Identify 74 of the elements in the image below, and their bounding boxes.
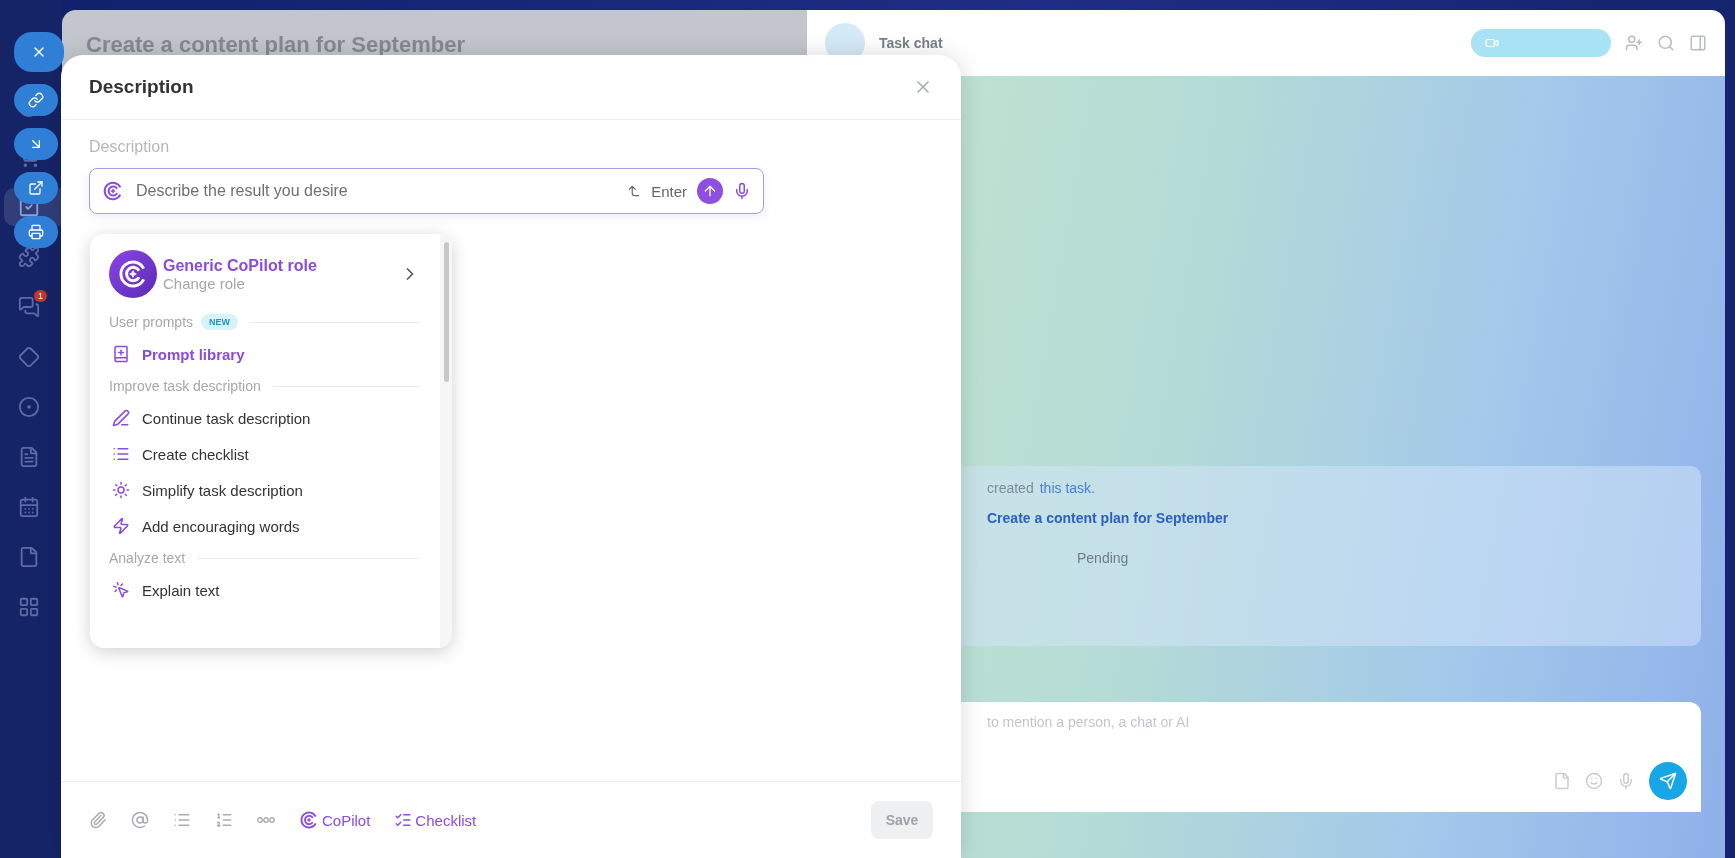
enter-hint: Enter bbox=[651, 182, 687, 200]
link-icon bbox=[28, 92, 44, 108]
task-link[interactable]: this task. bbox=[1039, 480, 1095, 496]
bulleted-list-icon bbox=[173, 811, 191, 829]
book-icon bbox=[112, 345, 130, 363]
chat-icon bbox=[18, 296, 40, 318]
send-icon bbox=[1659, 772, 1677, 790]
sidebar-item[interactable]: 1 bbox=[4, 288, 62, 326]
field-label: Description bbox=[89, 138, 171, 156]
calendar-icon bbox=[18, 496, 40, 518]
send-button[interactable] bbox=[1649, 762, 1687, 800]
prompt-field[interactable]: Describe the result you desire Enter bbox=[89, 168, 764, 214]
panel-icon[interactable] bbox=[1689, 34, 1707, 52]
pointer-icon bbox=[112, 581, 130, 599]
print-icon bbox=[28, 224, 44, 240]
mention-button[interactable] bbox=[131, 811, 149, 829]
menu-item[interactable]: Explain text bbox=[109, 572, 420, 608]
notification-badge: 1 bbox=[34, 290, 47, 302]
camera-icon bbox=[1485, 36, 1499, 50]
numbered-list-icon bbox=[215, 811, 233, 829]
menu-item[interactable]: Simplify task description bbox=[109, 472, 420, 508]
attach-button[interactable] bbox=[89, 811, 107, 829]
role-subtitle: Change role bbox=[163, 274, 246, 292]
menu-item[interactable]: Add encouraging words bbox=[109, 508, 420, 544]
arrow-up-icon bbox=[702, 183, 718, 199]
role-selector[interactable]: Generic CoPilot role Change role bbox=[109, 250, 420, 298]
new-badge: NEW bbox=[201, 314, 239, 330]
menu-item[interactable]: Create checklist bbox=[109, 436, 420, 472]
scrollbar[interactable] bbox=[440, 234, 452, 648]
document-icon bbox=[18, 446, 40, 468]
copilot-icon bbox=[102, 180, 124, 202]
copilot-icon bbox=[299, 810, 319, 830]
submit-button[interactable] bbox=[697, 178, 723, 204]
bulleted-list-button[interactable] bbox=[173, 811, 191, 829]
checklist-icon bbox=[394, 811, 413, 829]
more-button[interactable] bbox=[257, 817, 275, 823]
role-title: Generic CoPilot role bbox=[163, 256, 318, 275]
more-icon bbox=[257, 817, 275, 823]
attach-icon bbox=[89, 811, 107, 829]
add-user-icon[interactable] bbox=[1625, 34, 1643, 52]
puzzle-icon bbox=[18, 246, 40, 268]
numbered-list-button[interactable] bbox=[215, 811, 233, 829]
message-text: created bbox=[987, 480, 1034, 496]
diamond-icon bbox=[18, 346, 40, 368]
section-title: Analyze text bbox=[109, 550, 186, 566]
menu-item[interactable]: Prompt library bbox=[109, 336, 420, 372]
pen-icon bbox=[112, 409, 130, 427]
composer-placeholder: to mention a person, a chat or AI bbox=[987, 714, 1191, 730]
sun-icon bbox=[112, 481, 130, 499]
microphone-icon[interactable] bbox=[1617, 772, 1635, 790]
external-link-icon bbox=[28, 180, 44, 196]
ring-icon bbox=[18, 396, 40, 418]
search-icon[interactable] bbox=[1657, 34, 1675, 52]
status-value: Pending bbox=[1077, 550, 1130, 566]
mention-icon bbox=[131, 811, 149, 829]
copilot-button[interactable]: CoPilot bbox=[299, 810, 371, 830]
list-icon bbox=[112, 445, 130, 463]
prompt-input[interactable]: Describe the result you desire bbox=[134, 181, 618, 201]
microphone-icon bbox=[733, 182, 751, 200]
chat-title: Task chat bbox=[879, 35, 944, 51]
task-name-link[interactable]: Create a content plan for September bbox=[987, 510, 1685, 526]
grid-icon bbox=[18, 596, 40, 618]
checklist-button[interactable]: Checklist bbox=[394, 811, 477, 829]
task-title: Create a content plan for September bbox=[86, 32, 466, 58]
enter-key-icon bbox=[627, 184, 642, 198]
file-icon[interactable] bbox=[1553, 772, 1571, 790]
menu-item[interactable]: Continue task description bbox=[109, 400, 420, 436]
section-title: User prompts bbox=[109, 314, 194, 330]
lightning-icon bbox=[112, 517, 130, 535]
dialog-title: Description bbox=[89, 76, 194, 98]
microphone-button[interactable] bbox=[733, 182, 751, 200]
section-title: Improve task description bbox=[109, 378, 261, 394]
smiley-icon[interactable] bbox=[1585, 772, 1603, 790]
file-icon bbox=[18, 546, 40, 568]
